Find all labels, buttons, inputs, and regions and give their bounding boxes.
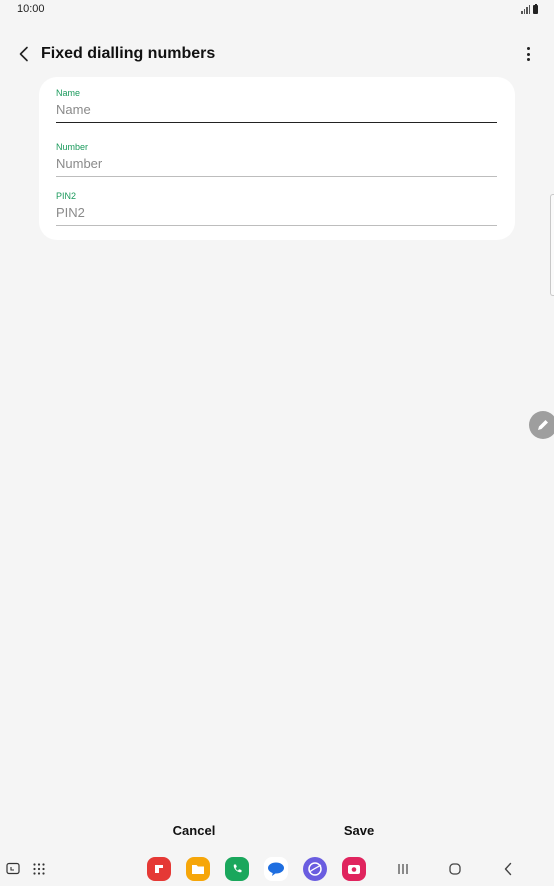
fdn-form-card: Name Number PIN2 <box>39 77 515 240</box>
internet-app[interactable] <box>302 856 328 882</box>
name-label: Name <box>56 88 81 98</box>
camera-app[interactable] <box>341 856 367 882</box>
pin2-field: PIN2 <box>56 191 497 226</box>
number-field: Number <box>56 142 497 177</box>
back-icon <box>504 862 512 876</box>
edge-panel-handle[interactable] <box>550 194 554 296</box>
taskbar <box>0 852 554 886</box>
pin2-input[interactable] <box>56 201 497 226</box>
number-input[interactable] <box>56 152 497 177</box>
apps-grid-button[interactable] <box>26 856 52 882</box>
camera-icon <box>342 857 366 881</box>
home-button[interactable] <box>442 856 468 882</box>
apps-grid-icon <box>33 863 45 875</box>
messages-icon <box>264 857 288 881</box>
nav-back-button[interactable] <box>495 856 521 882</box>
status-time: 10:00 <box>17 3 45 15</box>
more-options-button[interactable] <box>516 42 540 66</box>
home-icon <box>449 863 461 875</box>
messages-app[interactable] <box>263 856 289 882</box>
recents-button[interactable] <box>390 856 416 882</box>
name-input[interactable] <box>56 98 497 123</box>
save-button[interactable]: Save <box>333 818 385 842</box>
back-button[interactable] <box>12 42 36 66</box>
status-bar: 10:00 <box>0 0 554 20</box>
battery-icon <box>533 3 538 14</box>
flipboard-app[interactable] <box>146 856 172 882</box>
more-vert-icon <box>526 46 530 63</box>
signal-icon <box>521 4 530 14</box>
my-files-icon <box>186 857 210 881</box>
recent-apps-panel-button[interactable] <box>0 856 26 882</box>
chevron-left-icon <box>19 46 28 62</box>
phone-icon <box>225 857 249 881</box>
recent-panel-icon <box>6 862 20 875</box>
pen-icon <box>538 420 548 430</box>
screen: 10:00 Fixed dialling numbers Name Number <box>0 0 554 886</box>
bottom-actions: Cancel Save <box>0 818 554 844</box>
number-label: Number <box>56 142 89 152</box>
cancel-button[interactable]: Cancel <box>165 818 223 842</box>
app-header: Fixed dialling numbers <box>0 36 554 72</box>
floating-pen-button[interactable] <box>529 411 554 439</box>
phone-app[interactable] <box>224 856 250 882</box>
my-files-app[interactable] <box>185 856 211 882</box>
name-field: Name <box>56 88 497 123</box>
flipboard-icon <box>147 857 171 881</box>
status-icons <box>521 3 538 14</box>
internet-icon <box>303 857 327 881</box>
recents-icon <box>398 864 408 874</box>
pin2-label: PIN2 <box>56 191 77 201</box>
page-title: Fixed dialling numbers <box>41 45 216 62</box>
